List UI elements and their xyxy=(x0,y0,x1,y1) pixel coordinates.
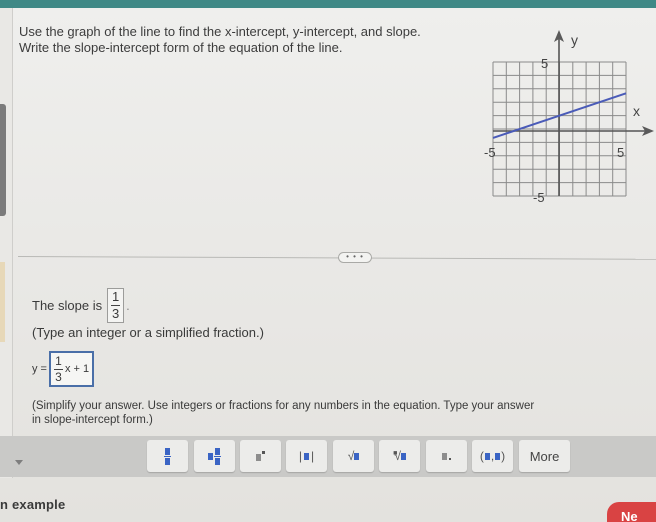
decimal-icon xyxy=(442,452,451,460)
question-line-1: Use the graph of the line to find the x-… xyxy=(19,24,421,39)
math-toolbar: | | √ ■ √ (,) More xyxy=(0,436,656,477)
decimal-button[interactable] xyxy=(426,440,467,472)
ordered-pair-button[interactable]: (,) xyxy=(472,440,513,472)
next-button[interactable]: Ne xyxy=(607,502,656,522)
equation-answer-row: y = 1 3 x + 1 xyxy=(32,350,95,388)
view-example-link[interactable]: n example xyxy=(0,497,65,512)
scrollbar-thumb[interactable] xyxy=(0,104,6,216)
exponent-icon xyxy=(256,451,265,461)
ordered-pair-icon: (,) xyxy=(479,449,506,463)
nth-root-icon: ■ √ xyxy=(393,449,406,463)
slope-denominator: 3 xyxy=(111,305,120,321)
tick-label-y-max: 5 xyxy=(541,56,548,71)
line-graph: y x 5 -5 5 -5 xyxy=(484,30,654,205)
equation-hint-line-1: (Simplify your answer. Use integers or f… xyxy=(32,400,535,412)
more-button[interactable]: More xyxy=(519,440,570,472)
mixed-number-button[interactable] xyxy=(194,440,235,472)
slope-answer-box[interactable]: 1 3 xyxy=(107,287,125,323)
equation-fraction: 1 3 xyxy=(53,353,63,384)
exponent-button[interactable] xyxy=(240,440,281,472)
fraction-icon xyxy=(164,447,171,465)
expand-more-button[interactable]: • • • xyxy=(338,252,372,263)
slope-suffix: . xyxy=(126,297,130,313)
slope-fraction: 1 3 xyxy=(111,288,121,321)
question-text: Use the graph of the line to find the x-… xyxy=(19,24,421,56)
equation-hint-line-2: in slope-intercept form.) xyxy=(32,414,153,426)
question-line-2: Write the slope-intercept form of the eq… xyxy=(19,40,343,55)
equation-hint: (Simplify your answer. Use integers or f… xyxy=(32,399,632,427)
slope-answer-row: The slope is 1 3 . xyxy=(32,287,130,323)
equation-rest: x + 1 xyxy=(64,363,90,375)
equation-numerator: 1 xyxy=(55,353,62,368)
absolute-value-button[interactable]: | | xyxy=(286,440,327,472)
fraction-button[interactable] xyxy=(147,440,188,472)
absolute-value-icon: | | xyxy=(298,449,315,463)
slope-hint: (Type an integer or a simplified fractio… xyxy=(32,325,264,340)
square-root-button[interactable]: √ xyxy=(333,440,374,472)
equation-prefix: y = xyxy=(32,363,47,375)
left-accent-strip xyxy=(0,262,5,342)
x-axis-label: x xyxy=(633,103,640,119)
equation-denominator: 3 xyxy=(55,369,62,384)
tick-label-y-min: -5 xyxy=(533,190,545,205)
toolbar-collapse-icon[interactable] xyxy=(15,460,23,465)
slope-prefix: The slope is xyxy=(32,297,103,313)
slope-numerator: 1 xyxy=(111,288,120,304)
equation-answer-input[interactable]: 1 3 x + 1 xyxy=(48,351,95,387)
top-bar xyxy=(0,0,656,8)
nth-root-button[interactable]: ■ √ xyxy=(379,440,420,472)
mixed-number-icon xyxy=(208,447,221,465)
y-axis-label: y xyxy=(571,32,578,48)
tick-label-x-min: -5 xyxy=(484,145,496,160)
left-panel-strip xyxy=(0,8,13,478)
tick-label-x-max: 5 xyxy=(617,145,624,160)
square-root-icon: √ xyxy=(348,449,360,463)
